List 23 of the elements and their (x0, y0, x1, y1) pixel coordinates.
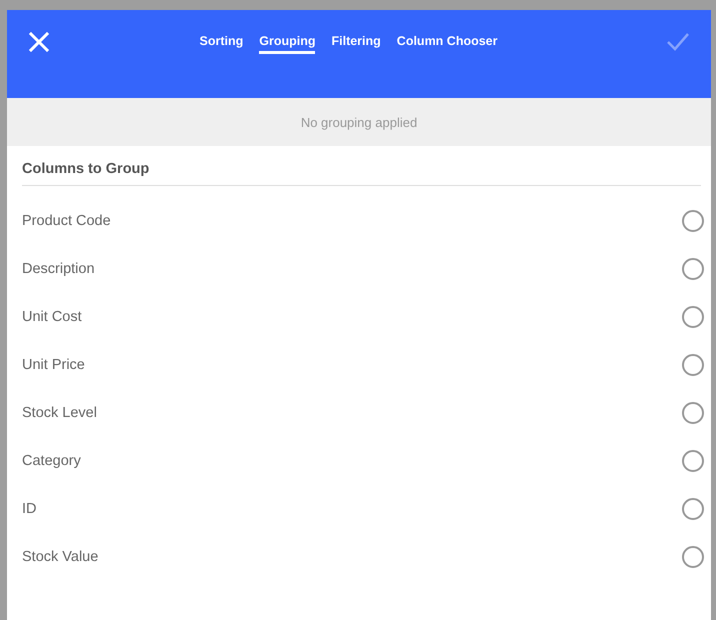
section-title: Columns to Group (22, 146, 701, 186)
radio-button[interactable] (682, 306, 704, 328)
radio-button[interactable] (682, 402, 704, 424)
column-label: Description (22, 261, 95, 277)
radio-button[interactable] (682, 210, 704, 232)
radio-button[interactable] (682, 354, 704, 376)
column-label: Product Code (22, 213, 111, 229)
column-label: ID (22, 501, 36, 517)
column-label: Stock Level (22, 405, 97, 421)
close-icon[interactable] (29, 32, 49, 52)
tab[interactable]: Column Chooser (396, 33, 498, 54)
tab[interactable]: Sorting (199, 33, 244, 54)
radio-button[interactable] (682, 450, 704, 472)
column-label: Unit Price (22, 357, 85, 373)
status-text: No grouping applied (300, 114, 418, 130)
column-label: Category (22, 453, 81, 469)
radio-button[interactable] (682, 498, 704, 520)
column-label: Stock Value (22, 549, 98, 565)
tab[interactable]: Grouping (259, 33, 316, 54)
radio-button[interactable] (682, 258, 704, 280)
tab[interactable]: Filtering (331, 33, 381, 54)
radio-button[interactable] (682, 546, 704, 568)
column-label: Unit Cost (22, 309, 82, 325)
